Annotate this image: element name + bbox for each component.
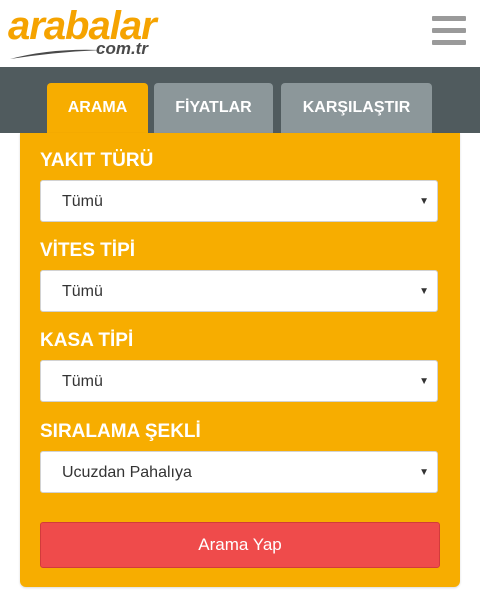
transmission-label: VİTES TİPİ	[40, 240, 136, 261]
fuel-type-label: YAKIT TÜRÜ	[40, 150, 154, 171]
tab-arama[interactable]: ARAMA	[47, 83, 148, 133]
sort-order-select[interactable]: Ucuzdan Pahalıya ▼	[40, 451, 438, 493]
logo-swoosh-icon	[10, 49, 102, 59]
transmission-select[interactable]: Tümü ▼	[40, 270, 438, 312]
sort-order-value: Ucuzdan Pahalıya	[62, 464, 192, 481]
search-panel: YAKIT TÜRÜ Tümü ▼ VİTES TİPİ Tümü ▼ KASA…	[20, 133, 460, 587]
body-type-select[interactable]: Tümü ▼	[40, 360, 438, 402]
tab-bar: ARAMA FİYATLAR KARŞILAŞTIR	[0, 67, 480, 133]
logo-domain: com.tr	[96, 39, 148, 58]
site-logo[interactable]: arabalar com.tr	[8, 6, 178, 64]
search-button[interactable]: Arama Yap	[40, 522, 440, 568]
dropdown-arrow-icon: ▼	[419, 286, 429, 297]
sort-order-label: SIRALAMA ŞEKLİ	[40, 421, 201, 442]
body-type-value: Tümü	[62, 373, 103, 390]
site-header: arabalar com.tr	[0, 0, 480, 67]
transmission-value: Tümü	[62, 283, 103, 300]
fuel-type-value: Tümü	[62, 193, 103, 210]
hamburger-menu-icon[interactable]	[432, 16, 466, 46]
tab-fiyatlar[interactable]: FİYATLAR	[154, 83, 273, 133]
dropdown-arrow-icon: ▼	[419, 196, 429, 207]
body-type-label: KASA TİPİ	[40, 330, 134, 351]
dropdown-arrow-icon: ▼	[419, 467, 429, 478]
tab-karsilastir[interactable]: KARŞILAŞTIR	[281, 83, 432, 133]
dropdown-arrow-icon: ▼	[419, 376, 429, 387]
fuel-type-select[interactable]: Tümü ▼	[40, 180, 438, 222]
